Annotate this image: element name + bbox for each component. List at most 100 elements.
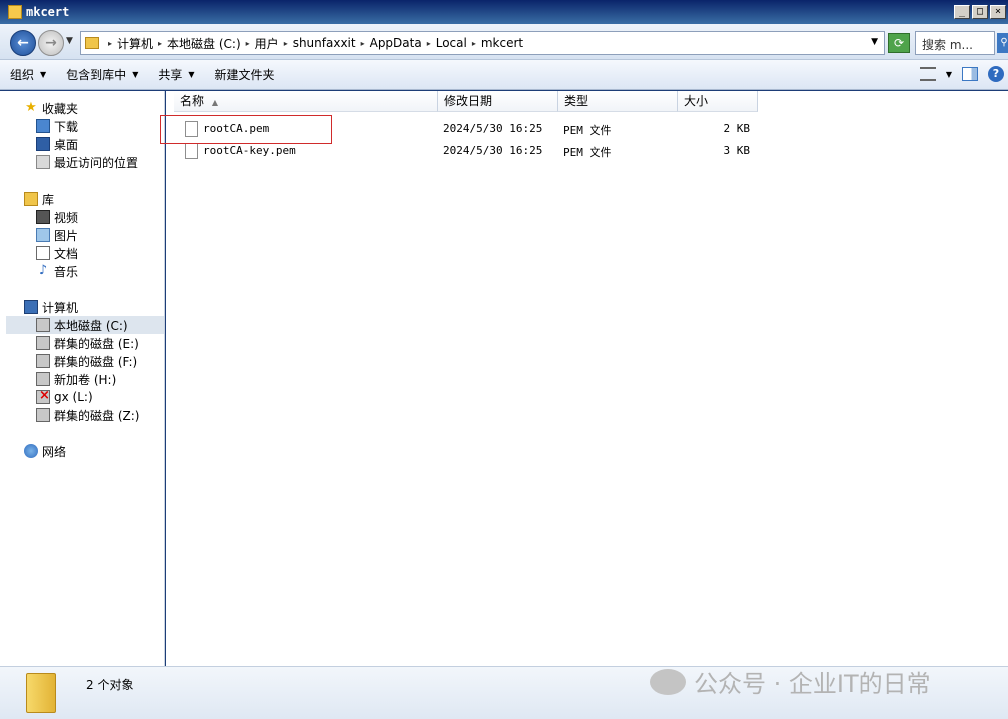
chevron-right-icon[interactable]: ▸ (246, 39, 250, 48)
file-row[interactable]: rootCA.pem 2024/5/30 16:25 PEM 文件 2 KB (166, 119, 766, 141)
column-header-type[interactable]: 类型 (558, 91, 678, 112)
minimize-button[interactable]: _ (954, 5, 970, 19)
close-button[interactable]: × (990, 5, 1006, 19)
nav-label: 视频 (54, 210, 79, 225)
breadcrumb-item[interactable]: AppData (370, 36, 422, 50)
column-label: 大小 (684, 94, 709, 108)
file-list: 名称 ▲ 修改日期 类型 大小 rootCA.pem 2024/5/30 16:… (166, 91, 1008, 666)
forward-button[interactable]: → (38, 30, 64, 56)
address-input[interactable]: ▸ 计算机 ▸ 本地磁盘 (C:) ▸ 用户 ▸ shunfaxxit ▸ Ap… (80, 31, 885, 55)
nav-drive-z[interactable]: 群集的磁盘 (Z:) (36, 406, 139, 424)
nav-label: 网络 (42, 444, 67, 459)
breadcrumb-item[interactable]: 用户 (255, 35, 279, 52)
navigation-pane: ★ 收藏夹 下载 桌面 最近访问的位置 库 视频 图片 文档 ♪ 音乐 计算机 … (0, 91, 165, 666)
file-type: PEM 文件 (563, 124, 612, 137)
chevron-down-icon[interactable]: ▼ (946, 70, 952, 79)
drive-icon (36, 408, 50, 422)
chevron-right-icon[interactable]: ▸ (108, 39, 112, 48)
share-button[interactable]: 共享 ▼ (148, 60, 204, 90)
music-icon: ♪ (38, 263, 48, 278)
window-title: mkcert (26, 5, 70, 19)
organize-button[interactable]: 组织 ▼ (0, 60, 56, 90)
command-bar: 组织 ▼ 包含到库中 ▼ 共享 ▼ 新建文件夹 ▼ ? (0, 60, 1008, 90)
column-label: 修改日期 (444, 94, 493, 108)
file-row[interactable]: rootCA-key.pem 2024/5/30 16:25 PEM 文件 3 … (166, 141, 766, 163)
watermark: 公众号 · 企业IT的日常 (650, 664, 931, 699)
chevron-right-icon[interactable]: ▸ (361, 39, 365, 48)
chevron-down-icon: ▼ (132, 70, 139, 79)
video-icon (36, 210, 50, 224)
maximize-button[interactable]: □ (972, 5, 988, 19)
column-header-size[interactable]: 大小 (678, 91, 758, 112)
watermark-text: 公众号 · 企业IT的日常 (694, 670, 931, 698)
nav-label: 下载 (54, 119, 79, 134)
column-label: 名称 (180, 94, 205, 108)
column-header-modified[interactable]: 修改日期 (438, 91, 558, 112)
nav-libraries[interactable]: 库 (24, 190, 54, 208)
nav-label: 群集的磁盘 (F:) (54, 354, 138, 369)
include-library-button[interactable]: 包含到库中 ▼ (56, 60, 148, 90)
nav-desktop[interactable]: 桌面 (36, 135, 78, 153)
nav-label: 最近访问的位置 (54, 155, 139, 170)
breadcrumb-item[interactable]: mkcert (481, 36, 523, 50)
refresh-button[interactable]: ⟳ (888, 33, 910, 53)
nav-label: 音乐 (54, 264, 79, 279)
back-button[interactable]: ← (10, 30, 36, 56)
breadcrumb-item[interactable]: Local (436, 36, 467, 50)
drive-icon (36, 318, 50, 332)
file-name: rootCA.pem (203, 122, 270, 135)
nav-downloads[interactable]: 下载 (36, 117, 78, 135)
nav-drive-h[interactable]: 新加卷 (H:) (36, 370, 116, 388)
file-modified: 2024/5/30 16:25 (443, 144, 543, 157)
object-count: 2 个对象 (86, 678, 134, 692)
nav-computer[interactable]: 计算机 (24, 298, 78, 316)
search-input[interactable]: 搜索 m... (915, 31, 995, 55)
library-icon (24, 192, 38, 206)
search-icon[interactable]: ⚲ (997, 33, 1008, 53)
folder-icon (85, 37, 99, 49)
share-label: 共享 (158, 68, 183, 82)
nav-drive-e[interactable]: 群集的磁盘 (E:) (36, 334, 139, 352)
nav-label: 本地磁盘 (C:) (54, 318, 128, 333)
new-folder-button[interactable]: 新建文件夹 (205, 60, 285, 90)
nav-label: 计算机 (42, 300, 79, 315)
nav-recent[interactable]: 最近访问的位置 (36, 153, 138, 171)
nav-drive-f[interactable]: 群集的磁盘 (F:) (36, 352, 137, 370)
history-dropdown-icon[interactable]: ▼ (66, 36, 73, 46)
network-icon (24, 444, 38, 458)
nav-label: 群集的磁盘 (Z:) (54, 408, 140, 423)
chevron-right-icon[interactable]: ▸ (427, 39, 431, 48)
chevron-right-icon[interactable]: ▸ (284, 39, 288, 48)
nav-videos[interactable]: 视频 (36, 208, 78, 226)
nav-drive-l[interactable]: gx (L:) (36, 388, 93, 406)
breadcrumb: ▸ 计算机 ▸ 本地磁盘 (C:) ▸ 用户 ▸ shunfaxxit ▸ Ap… (103, 35, 523, 52)
help-icon[interactable]: ? (988, 66, 1004, 82)
nav-music[interactable]: ♪ 音乐 (36, 262, 78, 280)
breadcrumb-item[interactable]: 计算机 (117, 35, 153, 52)
file-modified: 2024/5/30 16:25 (443, 122, 543, 135)
folder-icon (26, 673, 56, 713)
chevron-right-icon[interactable]: ▸ (158, 39, 162, 48)
column-header-name[interactable]: 名称 ▲ (174, 91, 438, 112)
documents-icon (36, 246, 50, 260)
nav-label: 文档 (54, 246, 79, 261)
breadcrumb-item[interactable]: shunfaxxit (293, 36, 356, 50)
nav-label: 桌面 (54, 137, 79, 152)
nav-pictures[interactable]: 图片 (36, 226, 78, 244)
disconnected-drive-icon (36, 388, 50, 404)
view-options-icon[interactable] (919, 67, 936, 81)
address-dropdown-icon[interactable]: ▼ (871, 37, 878, 47)
file-icon (185, 143, 198, 159)
preview-pane-icon[interactable] (962, 67, 978, 81)
computer-icon (24, 300, 38, 314)
nav-documents[interactable]: 文档 (36, 244, 78, 262)
nav-network[interactable]: 网络 (24, 442, 66, 460)
breadcrumb-item[interactable]: 本地磁盘 (C:) (167, 35, 241, 52)
chevron-down-icon: ▼ (188, 70, 195, 79)
nav-favorites[interactable]: ★ 收藏夹 (24, 99, 78, 117)
file-type: PEM 文件 (563, 146, 612, 159)
nav-label: 群集的磁盘 (E:) (54, 336, 139, 351)
nav-drive-c[interactable]: 本地磁盘 (C:) (6, 316, 164, 334)
chevron-right-icon[interactable]: ▸ (472, 39, 476, 48)
column-label: 类型 (564, 94, 589, 108)
